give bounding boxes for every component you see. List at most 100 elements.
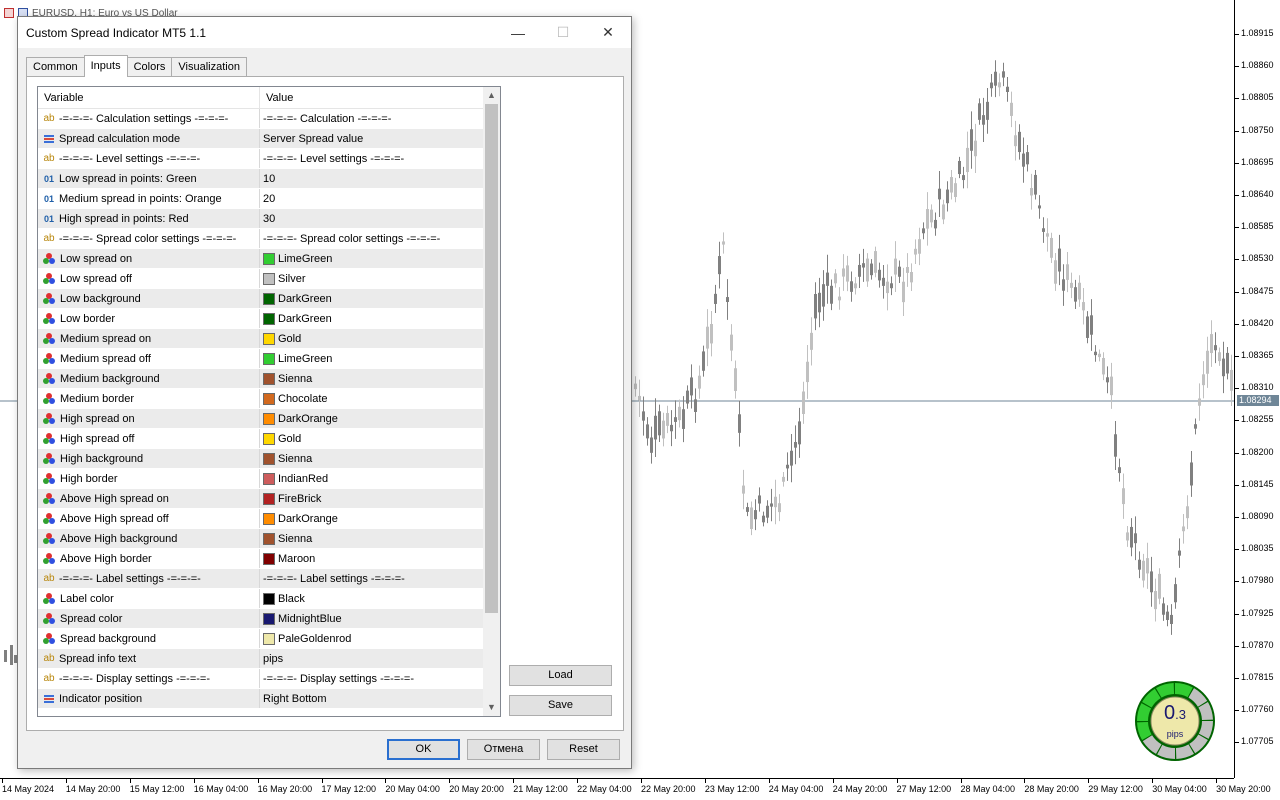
price-tick-label: 1.07705 xyxy=(1235,736,1274,747)
value-cell[interactable]: Silver xyxy=(260,269,484,288)
grid-row[interactable]: Low background DarkGreen xyxy=(38,289,484,309)
value-cell[interactable]: 20 xyxy=(260,189,484,208)
dialog-titlebar[interactable]: Custom Spread Indicator MT5 1.1 — ☐ ✕ xyxy=(18,17,631,48)
minimize-button[interactable]: — xyxy=(495,17,541,48)
candle-body xyxy=(1134,533,1137,544)
value-cell[interactable]: pips xyxy=(260,649,484,668)
candle-body xyxy=(686,390,689,404)
grid-row[interactable]: 01 Low spread in points: Green 10 xyxy=(38,169,484,189)
tab-colors[interactable]: Colors xyxy=(126,57,173,77)
value-cell[interactable]: Gold xyxy=(260,329,484,348)
scroll-thumb[interactable] xyxy=(485,104,498,613)
time-tick-label: 15 May 12:00 xyxy=(129,779,185,794)
reset-button[interactable]: Reset xyxy=(547,739,620,760)
grid-row[interactable]: Medium border Chocolate xyxy=(38,389,484,409)
value-cell[interactable]: LimeGreen xyxy=(260,249,484,268)
grid-row[interactable]: High spread on DarkOrange xyxy=(38,409,484,429)
value-cell[interactable]: LimeGreen xyxy=(260,349,484,368)
candle-body xyxy=(818,292,821,313)
candle-body xyxy=(894,258,897,275)
grid-row[interactable]: ab -=-=-=- Calculation settings -=-=-=- -=… xyxy=(38,109,484,129)
grid-row[interactable]: 01 High spread in points: Red 30 xyxy=(38,209,484,229)
time-tick-label: 24 May 20:00 xyxy=(832,779,888,794)
grid-row[interactable]: Above High spread on FireBrick xyxy=(38,489,484,509)
value-cell[interactable]: Chocolate xyxy=(260,389,484,408)
load-button[interactable]: Load xyxy=(509,665,612,686)
candle-body xyxy=(758,495,761,504)
grid-row[interactable]: Medium spread on Gold xyxy=(38,329,484,349)
value-cell[interactable]: Sienna xyxy=(260,449,484,468)
grid-row[interactable]: Above High border Maroon xyxy=(38,549,484,569)
grid-row[interactable]: ab -=-=-=- Label settings -=-=-=- -=-=-=- … xyxy=(38,569,484,589)
save-button[interactable]: Save xyxy=(509,695,612,716)
variable-cell: Low background xyxy=(38,289,260,308)
tab-common[interactable]: Common xyxy=(26,57,85,77)
value-cell[interactable]: -=-=-=- Calculation -=-=-=- xyxy=(260,109,484,128)
grid-row[interactable]: Label color Black xyxy=(38,589,484,609)
value-cell[interactable]: MidnightBlue xyxy=(260,609,484,628)
value-cell[interactable]: DarkOrange xyxy=(260,509,484,528)
value-cell[interactable]: FireBrick xyxy=(260,489,484,508)
grid-row[interactable]: Medium background Sienna xyxy=(38,369,484,389)
scroll-up-icon[interactable]: ▲ xyxy=(483,87,500,104)
grid-row[interactable]: High spread off Gold xyxy=(38,429,484,449)
tab-visualization[interactable]: Visualization xyxy=(171,57,247,77)
value-cell[interactable]: -=-=-=- Level settings -=-=-=- xyxy=(260,149,484,168)
grid-row[interactable]: Low spread on LimeGreen xyxy=(38,249,484,269)
value-cell[interactable]: DarkGreen xyxy=(260,289,484,308)
candle-body xyxy=(1082,302,1085,311)
value-cell[interactable]: DarkOrange xyxy=(260,409,484,428)
grid-row[interactable]: Spread calculation mode Server Spread val… xyxy=(38,129,484,149)
value-cell[interactable]: Maroon xyxy=(260,549,484,568)
tab-inputs[interactable]: Inputs xyxy=(83,55,128,77)
color-type-icon xyxy=(43,252,55,265)
grid-row[interactable]: Medium spread off LimeGreen xyxy=(38,349,484,369)
grid-row[interactable]: ab Spread info text pips xyxy=(38,649,484,669)
grid-row[interactable]: ab -=-=-=- Level settings -=-=-=- -=-=-=- … xyxy=(38,149,484,169)
candle-body xyxy=(958,160,961,175)
value-cell[interactable]: Sienna xyxy=(260,529,484,548)
ok-button[interactable]: OK xyxy=(387,739,460,760)
maximize-button[interactable]: ☐ xyxy=(540,17,586,48)
scroll-down-icon[interactable]: ▼ xyxy=(483,699,500,716)
grid-row[interactable]: Low spread off Silver xyxy=(38,269,484,289)
value-cell[interactable]: Sienna xyxy=(260,369,484,388)
value-cell[interactable]: Black xyxy=(260,589,484,608)
grid-scrollbar[interactable]: ▲ ▼ xyxy=(483,87,500,716)
value-cell[interactable]: -=-=-=- Label settings -=-=-=- xyxy=(260,569,484,588)
grid-row[interactable]: Low border DarkGreen xyxy=(38,309,484,329)
variable-name: Indicator position xyxy=(59,692,143,705)
value-cell[interactable]: Gold xyxy=(260,429,484,448)
grid-row[interactable]: High background Sienna xyxy=(38,449,484,469)
value-cell[interactable]: -=-=-=- Spread color settings -=-=-=- xyxy=(260,229,484,248)
grid-row[interactable]: ab -=-=-=- Display settings -=-=-=- -=-=-=… xyxy=(38,669,484,689)
value-cell[interactable]: DarkGreen xyxy=(260,309,484,328)
value-cell[interactable]: Right Bottom xyxy=(260,689,484,708)
value-cell[interactable]: 30 xyxy=(260,209,484,228)
color-swatch xyxy=(263,392,275,405)
color-swatch xyxy=(263,292,275,305)
variable-cell: Medium spread off xyxy=(38,349,260,368)
value-text: Black xyxy=(278,592,305,605)
cancel-button[interactable]: Отмена xyxy=(467,739,540,760)
value-cell[interactable]: Server Spread value xyxy=(260,129,484,148)
grid-row[interactable]: Spread color MidnightBlue xyxy=(38,609,484,629)
close-button[interactable]: ✕ xyxy=(585,17,631,48)
value-cell[interactable]: 10 xyxy=(260,169,484,188)
grid-row[interactable]: Above High background Sienna xyxy=(38,529,484,549)
column-header-variable[interactable]: Variable xyxy=(38,87,260,108)
grid-row[interactable]: 01 Medium spread in points: Orange 20 xyxy=(38,189,484,209)
grid-row[interactable]: Spread background PaleGoldenrod xyxy=(38,629,484,649)
variable-name: -=-=-=- Calculation settings -=-=-=- xyxy=(59,112,229,125)
spread-unit: pips xyxy=(1166,729,1184,739)
grid-row[interactable]: High border IndianRed xyxy=(38,469,484,489)
grid-row[interactable]: Indicator position Right Bottom xyxy=(38,689,484,709)
column-header-value[interactable]: Value xyxy=(260,87,500,108)
grid-row[interactable]: Above High spread off DarkOrange xyxy=(38,509,484,529)
value-cell[interactable]: IndianRed xyxy=(260,469,484,488)
color-type-icon xyxy=(43,372,55,385)
color-type-icon xyxy=(43,512,55,525)
value-cell[interactable]: -=-=-=- Display settings -=-=-=- xyxy=(260,669,484,688)
value-cell[interactable]: PaleGoldenrod xyxy=(260,629,484,648)
grid-row[interactable]: ab -=-=-=- Spread color settings -=-=-=- -… xyxy=(38,229,484,249)
